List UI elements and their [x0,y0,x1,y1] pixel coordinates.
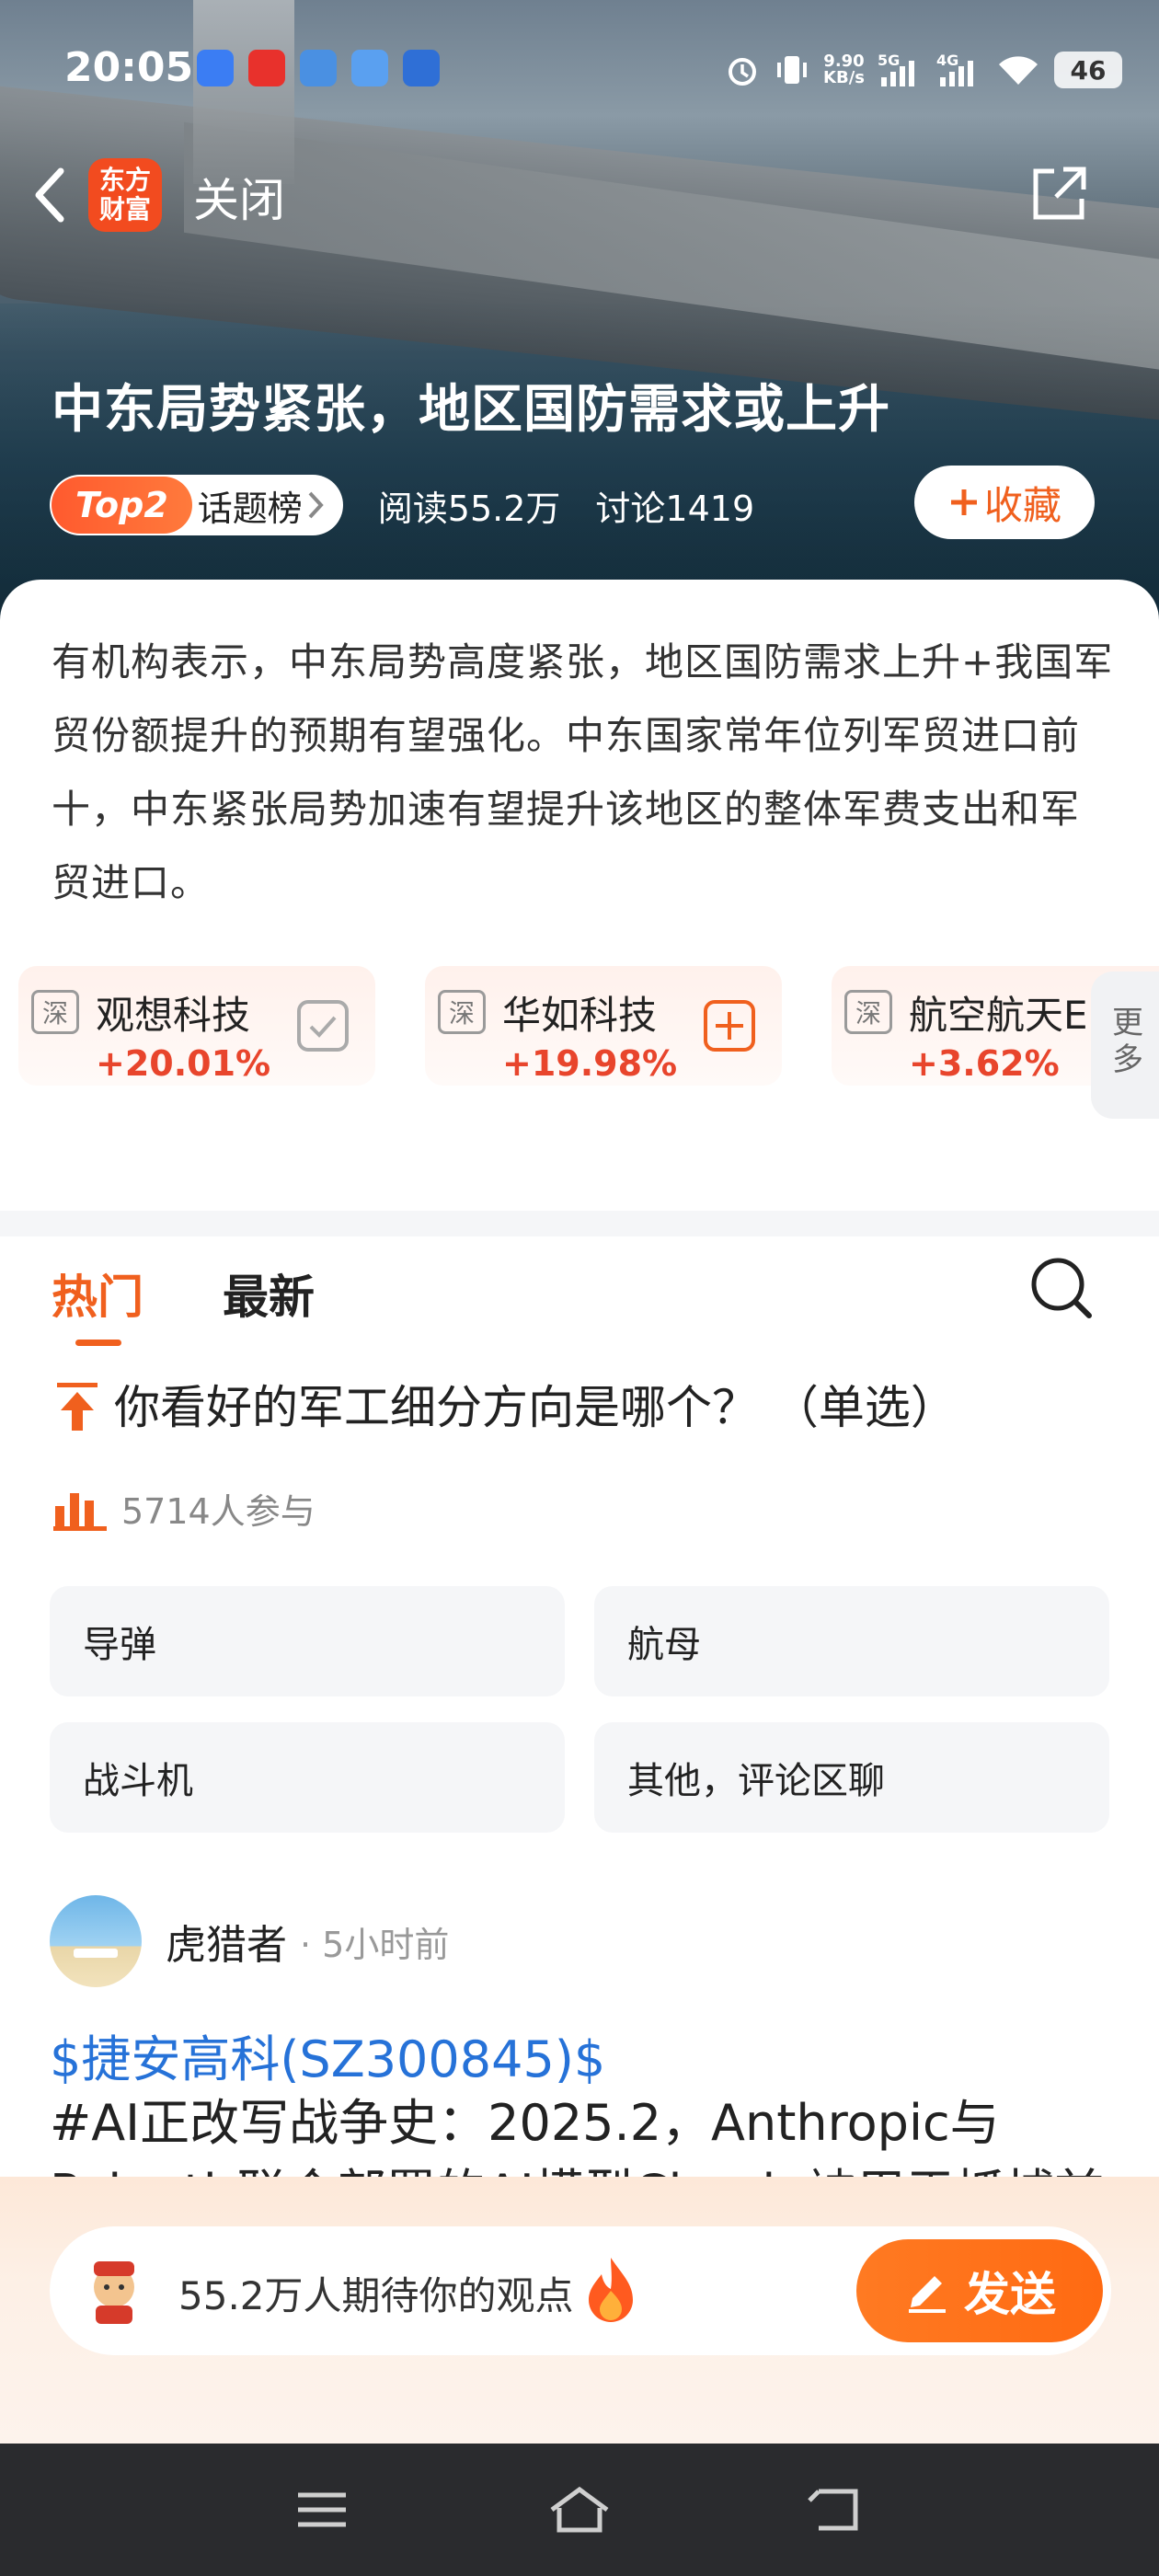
post-header: 虎猎者 · 5小时前 [50,1893,449,1989]
menu-icon[interactable] [285,2482,359,2537]
related-stocks: 深 观想科技 +20.01% 深 华如科技 +19.98% 深 航空航天E +3… [0,966,1159,1086]
eastmoney-logo: 东方 财富 [88,158,162,232]
app-notification-icon [197,50,234,86]
back-button[interactable] [22,158,77,232]
stock-change: +20.01% [96,1043,271,1084]
fire-icon [589,2258,633,2322]
chevron-right-icon [308,491,324,519]
signal-5g-icon: 5G [878,52,924,88]
app-notification-icon [403,50,440,86]
tab-hot[interactable]: 热门 [52,1260,143,1327]
discussion-count: 讨论1419 [595,488,755,529]
send-button[interactable]: 发送 [856,2239,1103,2342]
topic-description: 有机构表示，中东局势高度紧张，地区国防需求上升+我国军贸份额提升的预期有望强化。… [52,639,1114,905]
share-icon[interactable] [1027,162,1091,226]
active-tab-indicator [75,1340,121,1346]
stock-name: 航空航天E [909,993,1088,1038]
stock-name: 观想科技 [96,993,251,1038]
composer-prompt: 55.2万人期待你的观点 [178,2273,574,2318]
poll-option[interactable]: 战斗机 [50,1722,565,1833]
post-stock-link[interactable]: $捷安高科(SZ300845)$ [50,2018,605,2091]
poll-question: 你看好的军工细分方向是哪个？ （单选） [52,1371,957,1437]
market-badge: 深 [844,990,892,1034]
topic-meta: Top2 话题榜 阅读55.2万 讨论1419 [50,475,754,535]
post-author[interactable]: 虎猎者 [166,1912,287,1971]
system-nav-bar [0,2444,1159,2576]
stock-name: 华如科技 [502,993,658,1038]
favorite-button[interactable]: 收藏 [914,466,1095,539]
alarm-icon [724,52,761,88]
wifi-icon [995,52,1041,88]
stock-chip[interactable]: 深 华如科技 +19.98% [425,966,782,1086]
pin-top-icon [57,1383,98,1431]
stock-change: +3.62% [909,1043,1060,1084]
checked-icon[interactable] [296,999,350,1052]
app-notification-icon [351,50,388,86]
rank-label: 话题榜 [197,488,303,529]
poll-option[interactable]: 航母 [594,1586,1109,1696]
search-icon[interactable] [1025,1251,1098,1325]
app-notification-icon [248,50,285,86]
more-stocks-button[interactable]: 更多 [1091,972,1159,1119]
poll-option[interactable]: 导弹 [50,1586,565,1696]
section-divider [0,1211,1159,1236]
net-speed: 9.90 KB/s [823,52,865,87]
avatar[interactable] [50,1895,142,1987]
home-icon[interactable] [543,2482,616,2537]
hero-banner: 20:05 9.90 KB/s 5G 4G 46 东方 财富 关闭 中东局势紧张… [0,0,1159,644]
status-right: 9.90 KB/s 5G 4G 46 [724,42,1122,98]
poll-option[interactable]: 其他，评论区聊 [594,1722,1109,1833]
topic-title: 中东局势紧张，地区国防需求或上升 [52,380,890,440]
comment-composer[interactable]: 55.2万人期待你的观点 发送 [50,2226,1111,2355]
close-button[interactable]: 关闭 [193,164,285,230]
rank-badge: Top2 [52,477,192,534]
add-stock-icon[interactable] [703,999,756,1052]
vibrate-icon [774,52,810,88]
post-time: · 5小时前 [300,1924,450,1965]
app-notification-icon [300,50,337,86]
signal-4g-icon: 4G [936,52,982,88]
read-count: 阅读55.2万 [377,488,561,529]
stock-chip[interactable]: 深 观想科技 +20.01% [18,966,375,1086]
battery-indicator: 46 [1054,52,1122,88]
stock-change: +19.98% [502,1043,678,1084]
pencil-icon [909,2276,946,2313]
tab-latest[interactable]: 最新 [223,1260,315,1327]
bar-chart-icon [53,1492,107,1531]
mascot-icon [94,2261,134,2324]
rank-pill[interactable]: Top2 话题榜 [50,475,343,535]
plus-icon [950,489,977,515]
back-nav-icon[interactable] [800,2482,874,2537]
market-badge: 深 [438,990,486,1034]
status-bar: 20:05 9.90 KB/s 5G 4G 46 [0,37,1159,101]
status-time: 20:05 [64,44,194,91]
poll-participants: 5714人参与 [52,1483,316,1534]
market-badge: 深 [31,990,79,1034]
post-body[interactable]: #AI正改写战争史：2025.2，Anthropic与Palantir联合部署的… [50,2088,1117,2177]
